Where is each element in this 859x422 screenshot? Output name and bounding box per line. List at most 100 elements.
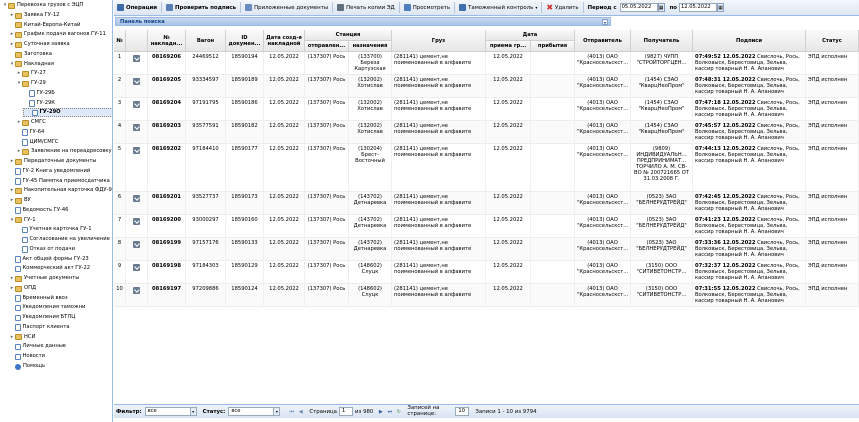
page-input[interactable]: 1 xyxy=(338,407,353,416)
status-select[interactable]: все ▾ xyxy=(228,407,281,416)
period-from-input[interactable]: 05.05.2022 xyxy=(619,3,658,12)
column-header-wagon[interactable]: Вагон xyxy=(186,30,226,52)
operations-button[interactable]: Операции xyxy=(114,1,160,14)
tree-item[interactable]: ▸ Накопительная карточка ФДУ-92 xyxy=(9,186,112,196)
chevron-down-icon[interactable]: ▾ xyxy=(273,408,280,415)
tree-item[interactable]: ▸ ВУ xyxy=(9,196,31,206)
tree-item[interactable]: ▸ ОПД xyxy=(9,284,36,294)
delete-button[interactable]: ✖ Удалить xyxy=(543,1,581,14)
tree-item[interactable]: ЦИМ/СМГС xyxy=(16,138,59,148)
download-icon[interactable] xyxy=(133,124,140,131)
tree-item[interactable]: ▾ Накладная xyxy=(9,60,54,70)
tree-item[interactable]: Заготовка xyxy=(9,50,52,60)
next-page-icon[interactable]: ▶ xyxy=(377,408,384,416)
prev-page-icon[interactable]: ◀ xyxy=(297,408,304,416)
tree-item[interactable]: ▸ НСИ xyxy=(9,333,35,343)
tree-item[interactable]: ▸ График подачи вагонов ГУ-11 xyxy=(9,30,106,40)
tree-item[interactable]: Коммерческий акт ГУ-22 xyxy=(9,264,90,274)
download-icon[interactable] xyxy=(133,218,140,225)
tree-item[interactable]: ГУ-29О xyxy=(23,108,112,118)
table-row[interactable]: 8 08169199 97157176 18590133 12.05.2022 (1373… xyxy=(114,238,859,261)
tree-item[interactable]: Ведомость ГУ-46 xyxy=(9,206,68,216)
tree-item[interactable]: ▸ СМГС xyxy=(16,118,46,128)
view-button[interactable]: Просмотреть xyxy=(401,1,453,14)
tree-item[interactable]: ГУ-29К xyxy=(23,99,55,109)
tree-item[interactable]: Акт общей формы ГУ-23 xyxy=(9,255,89,265)
tree-item[interactable]: Временный ввоз xyxy=(9,294,68,304)
tree-item[interactable]: Отказ от подачи xyxy=(16,245,75,255)
tree-item[interactable]: ▸ Заявление на переадресовку xyxy=(16,147,112,157)
tree-item[interactable]: ▸ Учетные документы xyxy=(9,274,79,284)
tree-item[interactable]: ГУ-45 Памятка приемосдатчика xyxy=(9,177,110,187)
column-header-waybill[interactable]: № накладн... xyxy=(148,30,186,52)
filter-select[interactable]: все ▾ xyxy=(144,407,197,416)
column-header-signatures[interactable]: Подписи xyxy=(693,30,806,52)
search-panel[interactable]: Панель поиска ▾ xyxy=(115,17,611,26)
tree-item[interactable]: ГУ-2 Книга уведомлений xyxy=(9,167,90,177)
column-header-date[interactable]: Дата xyxy=(486,30,575,41)
customs-control-button[interactable]: Таможенный контроль ▾ xyxy=(456,1,540,14)
table-row[interactable]: 1 08169206 24469512 18590194 12.05.2022 (1373… xyxy=(114,52,859,75)
column-header-download[interactable] xyxy=(126,30,148,52)
tree-item[interactable]: ▾ Перевозка грузов с ЭЦП xyxy=(2,1,83,11)
table-row[interactable]: 4 08169203 93577591 18590182 12.05.2022 (1373… xyxy=(114,121,859,144)
tree-item[interactable]: ▾ ГУ-1 xyxy=(9,216,36,226)
tree-item[interactable]: Учетная карточка ГУ-1 xyxy=(16,225,92,235)
attached-documents-button[interactable]: Приложенные документы xyxy=(242,1,331,14)
column-header-cargo[interactable]: Груз xyxy=(392,30,486,52)
column-header-doc-id[interactable]: ID докумен... xyxy=(226,30,264,52)
table-row[interactable]: 7 08169200 93000297 18590160 12.05.2022 (1373… xyxy=(114,215,859,238)
download-icon[interactable] xyxy=(133,101,140,108)
download-icon[interactable] xyxy=(133,78,140,85)
table-row[interactable]: 3 08169204 97191795 18590186 12.05.2022 (1373… xyxy=(114,98,859,121)
download-icon[interactable] xyxy=(133,287,140,294)
table-row[interactable]: 10 08169197 97209886 18590124 12.05.2022 (137… xyxy=(114,284,859,307)
tree-item[interactable]: ГУ-64 xyxy=(16,128,44,138)
column-header-station-to[interactable]: назначения xyxy=(349,41,392,52)
column-header-created[interactable]: Дата созд-я накладной xyxy=(264,30,305,52)
tree-item[interactable]: ▾ ГУ-29 xyxy=(16,79,46,89)
tree-item[interactable]: Китай-Европа-Китай xyxy=(9,21,80,31)
download-icon[interactable] xyxy=(133,264,140,271)
tree-item[interactable]: ▸ Передаточные документы xyxy=(9,157,97,167)
tree-item[interactable]: Личные данные xyxy=(9,342,66,352)
tree-item[interactable]: Помощь xyxy=(9,362,45,372)
calendar-icon[interactable]: ▦ xyxy=(717,3,724,12)
tree-item[interactable]: ▸ Суточная заявка xyxy=(9,40,70,50)
tree-item[interactable]: ▸ ГУ-27 xyxy=(16,69,46,79)
column-header-status[interactable]: Статус xyxy=(806,30,859,52)
period-to-input[interactable]: 12.05.2022 xyxy=(679,3,717,12)
print-copy-button[interactable]: Печать копии ЭД xyxy=(334,1,398,14)
refresh-icon[interactable]: ↻ xyxy=(395,408,402,416)
tree-item[interactable]: ГУ-29Б xyxy=(23,89,55,99)
download-icon[interactable] xyxy=(133,195,140,202)
tree-item[interactable]: Уведомления таможни xyxy=(9,303,85,313)
last-page-icon[interactable]: ⏭ xyxy=(386,408,393,416)
first-page-icon[interactable]: ⏮ xyxy=(288,408,295,416)
column-header-receiver[interactable]: Получатель xyxy=(631,30,693,52)
column-header-station-from[interactable]: отправлен... xyxy=(305,41,349,52)
column-header-num[interactable]: № xyxy=(114,30,126,52)
table-row[interactable]: 5 08169202 97184410 18590177 12.05.2022 (1373… xyxy=(114,144,859,192)
download-icon[interactable] xyxy=(133,147,140,154)
per-page-input[interactable]: 10 xyxy=(455,407,470,416)
tree-item[interactable]: Уведомления БТЛЦ xyxy=(9,313,75,323)
tree-item[interactable]: Согласование на увеличение п xyxy=(16,235,112,245)
chevron-down-icon[interactable]: ▾ xyxy=(189,408,196,415)
table-row[interactable]: 2 08169205 93334597 18590189 12.05.2022 (1373… xyxy=(114,75,859,98)
tree-item[interactable]: Паспорт клиента xyxy=(9,323,70,333)
table-row[interactable]: 6 08169201 93527737 18590173 12.05.2022 (1373… xyxy=(114,192,859,215)
cell-created: 12.05.2022 xyxy=(264,238,305,261)
tree-item[interactable]: Новости xyxy=(9,352,45,362)
tree-item[interactable]: ▸ Заявка ГУ-12 xyxy=(9,11,59,21)
check-signature-button[interactable]: Проверить подпись xyxy=(163,1,239,14)
column-header-station[interactable]: Станция xyxy=(305,30,392,41)
column-header-date-arrive[interactable]: прибытия xyxy=(531,41,575,52)
calendar-icon[interactable]: ▦ xyxy=(657,3,665,12)
collapse-toggle-icon[interactable]: ▾ xyxy=(602,19,608,25)
table-row[interactable]: 9 08169198 97184303 18590129 12.05.2022 (1373… xyxy=(114,261,859,284)
download-icon[interactable] xyxy=(133,241,140,248)
download-icon[interactable] xyxy=(133,55,140,62)
column-header-sender[interactable]: Отправитель xyxy=(575,30,631,52)
column-header-date-accept[interactable]: приема гр... xyxy=(486,41,531,52)
